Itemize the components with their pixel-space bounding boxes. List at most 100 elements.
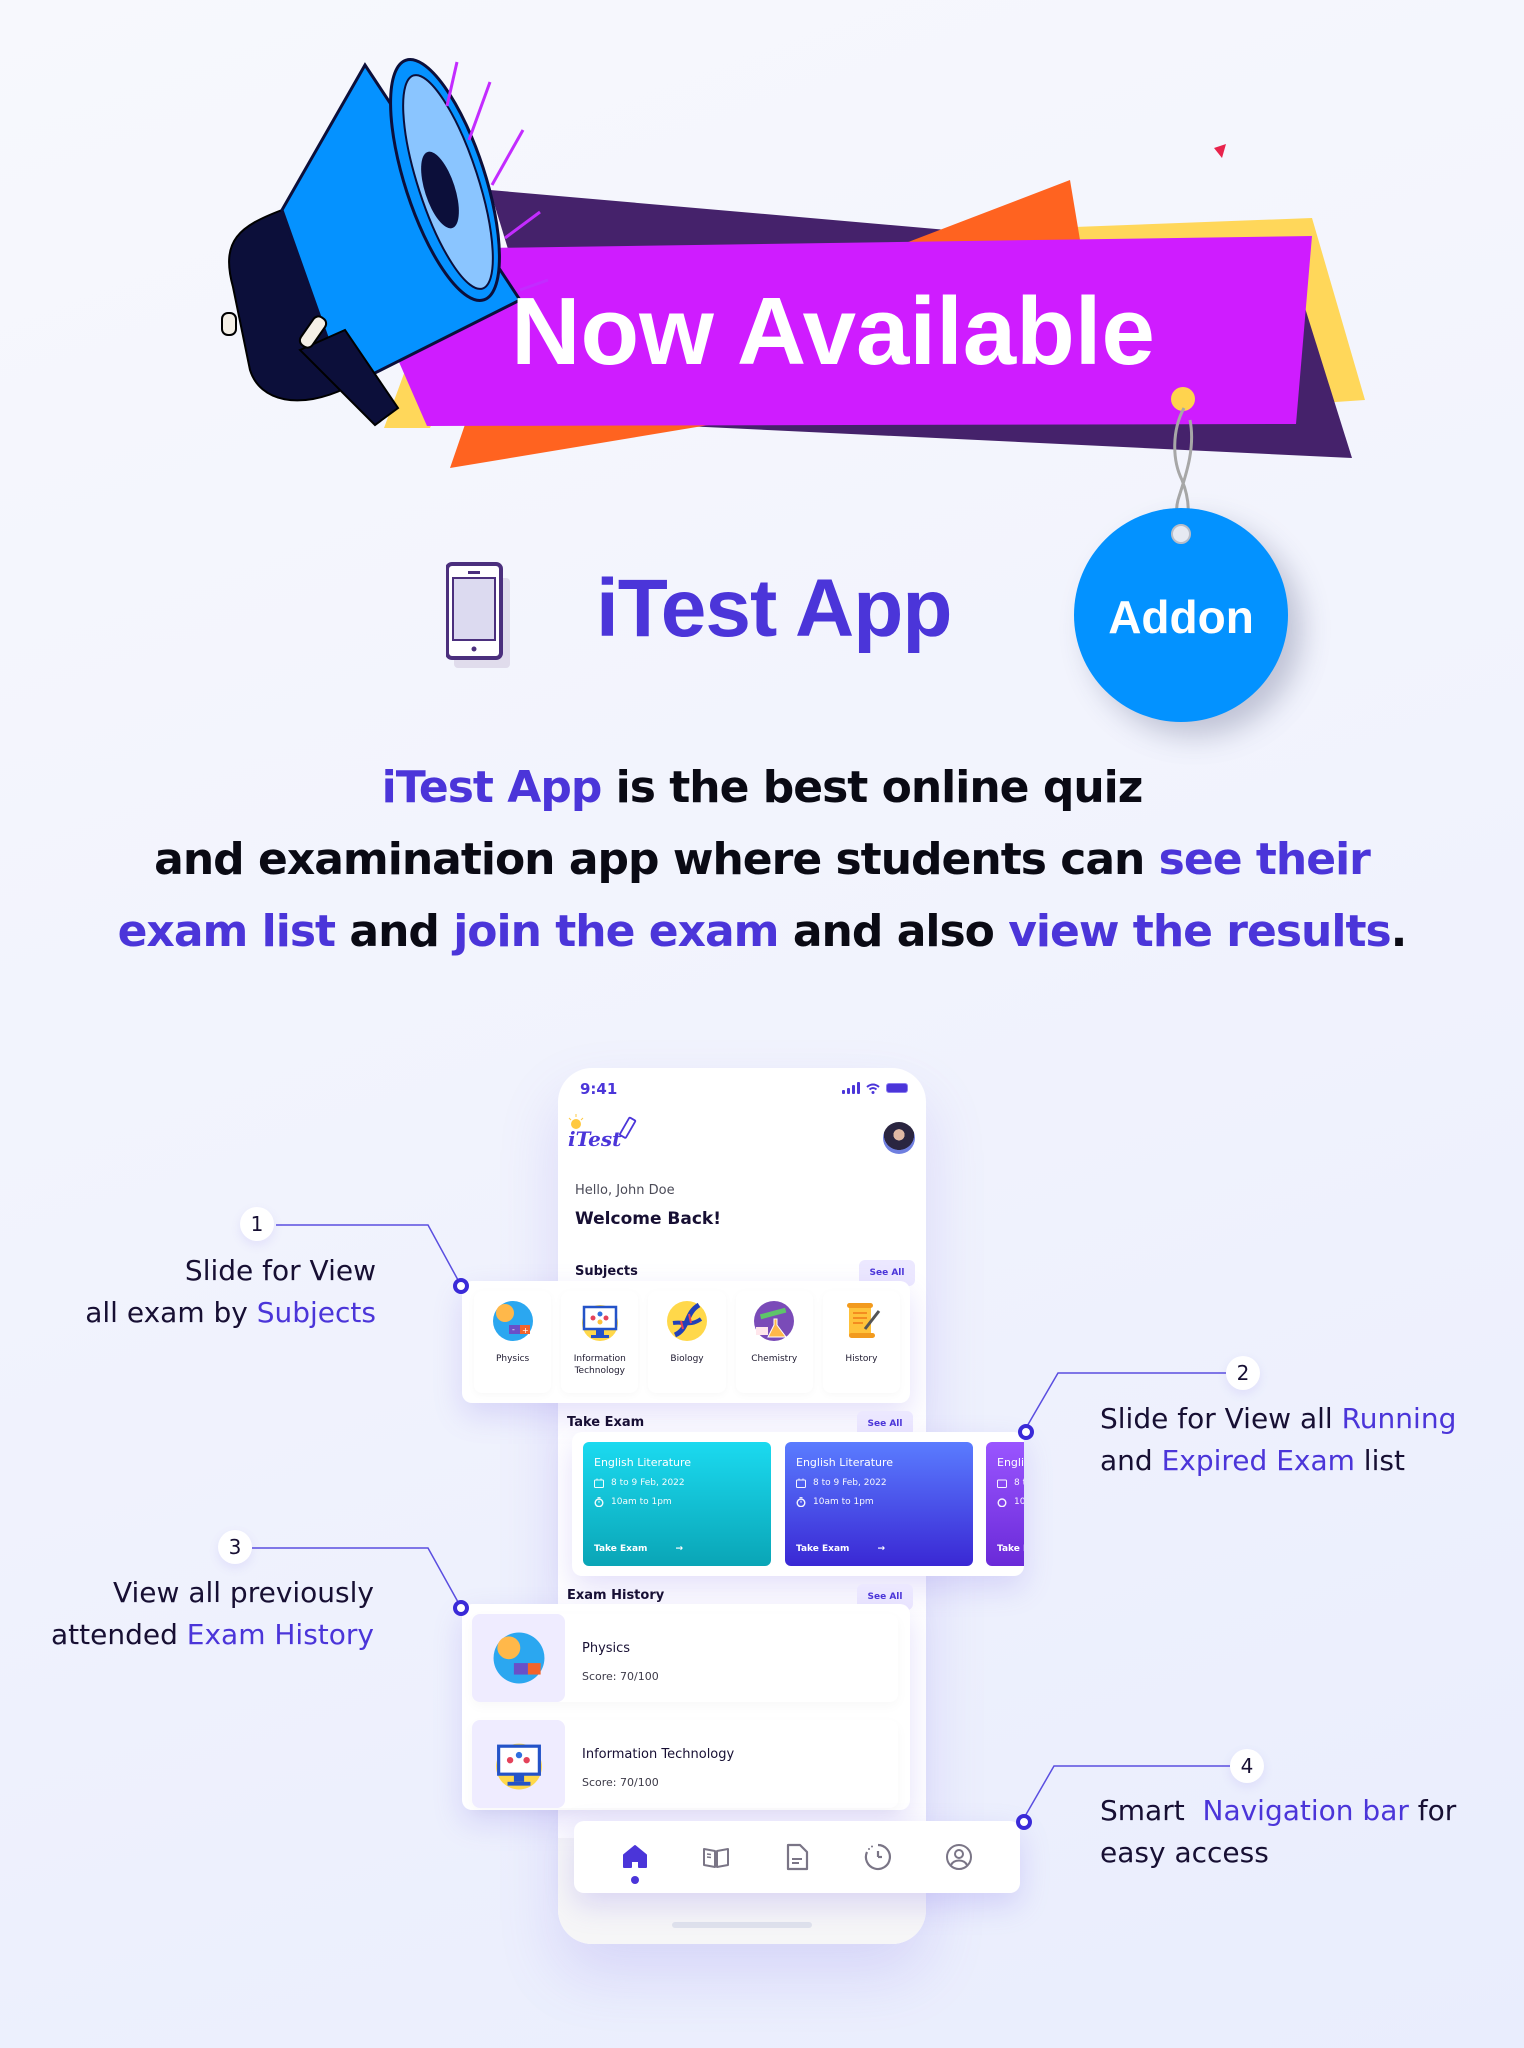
callout-text-2: Slide for View all Running and Expired E… (1100, 1398, 1520, 1482)
status-time: 9:41 (580, 1080, 618, 1098)
text-segment: Slide for View (184, 1254, 376, 1287)
nav-exams[interactable] (780, 1840, 814, 1874)
subject-card-history[interactable]: History (822, 1291, 901, 1393)
callout-text-1: Slide for View all exam by Subjects (40, 1250, 376, 1334)
subject-card-physics[interactable]: + - Physics (474, 1291, 552, 1393)
nav-profile[interactable] (942, 1840, 976, 1874)
highlighted-text: Running (1341, 1402, 1457, 1435)
take-exam-title: Take Exam (567, 1415, 645, 1430)
tag-pin (1171, 387, 1195, 411)
description-line-1: iTest App is the best online quiz (60, 752, 1464, 824)
history-thumbnail (472, 1614, 565, 1702)
confetti-icon (1214, 144, 1226, 158)
exam-title: English Literature (796, 1456, 894, 1469)
text-segment: is the best online quiz (601, 762, 1144, 813)
highlighted-text: join the exam (453, 906, 779, 957)
exam-card[interactable]: English Literature 8 to 9 Feb, 2022 10am… (986, 1442, 1024, 1566)
exam-title: English Literature (997, 1456, 1024, 1469)
exam-time: 10am to 1pm (1014, 1497, 1024, 1507)
calendar-icon (997, 1479, 1007, 1488)
active-indicator (630, 1876, 639, 1884)
arrow-right-icon: → (877, 1544, 885, 1554)
exam-title: English Literature (594, 1456, 692, 1469)
svg-text:-: - (512, 1325, 515, 1334)
scroll-icon (847, 1303, 881, 1338)
subject-card-chemistry[interactable]: Chemistry (735, 1291, 813, 1393)
greeting-text: Hello, John Doe (575, 1183, 675, 1198)
callout-number-3: 3 (218, 1530, 252, 1564)
subject-card-biology[interactable]: Biology (648, 1291, 726, 1393)
user-avatar[interactable] (883, 1122, 915, 1154)
bottom-navigation-bar (574, 1821, 1020, 1893)
calendar-icon (594, 1478, 604, 1488)
text-segment: Smart (1100, 1794, 1203, 1827)
highlighted-text: Expired Exam (1161, 1444, 1355, 1477)
subject-label: Physics (495, 1354, 530, 1364)
text-segment: all exam by (85, 1296, 257, 1329)
highlighted-text: iTest App (381, 762, 603, 813)
smartphone-icon (446, 562, 510, 668)
callout-line: easy access (1100, 1832, 1520, 1874)
svg-text:+: + (522, 1326, 529, 1335)
text-segment: and examination app where students can (154, 834, 1159, 885)
text-segment: . (1390, 906, 1408, 957)
nav-home[interactable] (618, 1840, 652, 1884)
exam-card[interactable]: English Literature 8 to 9 Feb, 2022 10am… (785, 1442, 973, 1566)
stopwatch-icon (594, 1497, 604, 1507)
text-segment: View all previously (112, 1576, 374, 1609)
subject-label: Chemistry (751, 1354, 798, 1364)
take-exam-button[interactable]: Take Exam → (796, 1544, 885, 1554)
text-segment: and also (778, 906, 1009, 957)
text-segment: Slide for View all (1100, 1402, 1342, 1435)
callout-line: and Expired Exam list (1100, 1440, 1520, 1482)
take-exam-label: Take Exam (594, 1544, 648, 1554)
highlighted-text: see their (1158, 834, 1371, 885)
callout-line: Slide for View all Running (1100, 1398, 1520, 1440)
exams-carousel[interactable]: English Literature 8 to 9 Feb, 2022 10am… (572, 1432, 1024, 1576)
take-exam-button[interactable]: Take Exam (997, 1544, 1024, 1554)
exam-date: 8 to 9 Feb, 2022 (611, 1478, 685, 1488)
signal-icon (842, 1082, 860, 1094)
physics-icon (493, 1632, 544, 1684)
subjects-carousel[interactable]: + - Physics Information Technology Biolo… (462, 1281, 910, 1403)
status-icons (842, 1082, 908, 1094)
description-line-3: exam list and join the exam and also vie… (60, 896, 1464, 968)
exam-card[interactable]: English Literature 8 to 9 Feb, 2022 10am… (583, 1442, 771, 1566)
history-item-physics[interactable]: Physics Score: 70/100 (472, 1614, 898, 1702)
exam-history-list: Physics Score: 70/100 Information Techno… (462, 1604, 910, 1810)
exam-date: 8 to 9 Feb, 2022 (1014, 1478, 1024, 1488)
nav-subjects[interactable] (699, 1840, 733, 1874)
book-icon (702, 1848, 729, 1868)
take-exam-button[interactable]: Take Exam → (594, 1544, 683, 1554)
addon-label: Addon (1108, 591, 1254, 643)
take-exam-label: Take Exam (796, 1544, 850, 1554)
callout-number-2: 2 (1226, 1356, 1260, 1390)
callout-line: Smart Navigation bar for (1100, 1790, 1520, 1832)
subjects-title: Subjects (575, 1264, 638, 1279)
it-icon (495, 1743, 542, 1790)
nav-history[interactable] (861, 1840, 895, 1874)
it-icon (581, 1305, 618, 1341)
highlighted-text: Navigation bar (1202, 1794, 1409, 1827)
subject-label: Information Technology (573, 1354, 626, 1376)
tag-hole (1171, 524, 1191, 544)
subject-label: Biology (670, 1354, 704, 1364)
take-exam-label: Take Exam (997, 1544, 1024, 1554)
callout-text-4: Smart Navigation bar for easy access (1100, 1790, 1520, 1874)
history-score: Score: 70/100 (582, 1670, 659, 1683)
text-segment: for (1408, 1794, 1457, 1827)
callout-number-4: 4 (1230, 1749, 1264, 1783)
callout-line: attended Exam History (20, 1614, 374, 1656)
history-subject-name: Information Technology (582, 1747, 735, 1762)
history-item-information-technology[interactable]: Information Technology Score: 70/100 (472, 1720, 898, 1808)
physics-icon: + - (492, 1301, 533, 1341)
highlighted-text: Exam History (186, 1618, 374, 1651)
dna-icon (667, 1301, 707, 1341)
document-icon (786, 1843, 809, 1871)
text-segment: and (1100, 1444, 1162, 1477)
text-segment: and (335, 906, 454, 957)
app-description: iTest App is the best online quiz and ex… (60, 752, 1464, 968)
description-line-2: and examination app where students can s… (60, 824, 1464, 896)
text-segment: easy access (1100, 1836, 1269, 1869)
subject-card-information-technology[interactable]: Information Technology (561, 1291, 639, 1393)
